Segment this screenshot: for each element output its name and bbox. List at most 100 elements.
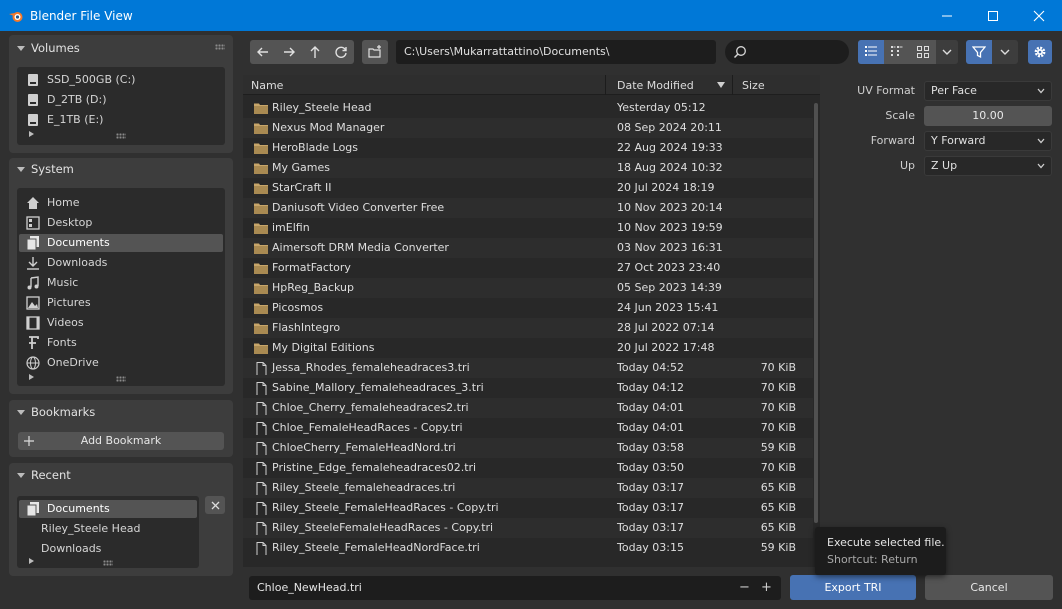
system-item-desktop[interactable]: Desktop [19, 214, 223, 232]
resize-grip-icon[interactable] [116, 376, 126, 382]
horizontal-list-mode-button[interactable] [884, 40, 910, 64]
file-date: Today 03:17 [617, 501, 685, 514]
system-title: System [31, 162, 74, 176]
search-input[interactable] [725, 40, 849, 64]
file-date: 27 Oct 2023 23:40 [617, 261, 721, 274]
file-icon [256, 442, 267, 455]
volume-item-c[interactable]: SSD_500GB (C:) [19, 71, 223, 89]
column-date-modified[interactable]: Date Modified [617, 79, 694, 92]
column-size[interactable]: Size [742, 79, 765, 92]
system-item-onedrive[interactable]: OneDrive [19, 354, 223, 372]
file-date: 03 Nov 2023 16:31 [617, 241, 723, 254]
expand-list-icon[interactable] [29, 131, 34, 137]
settings-toggle-button[interactable] [1028, 40, 1052, 64]
back-button[interactable] [250, 40, 276, 64]
file-row[interactable]: ChloeCherry_FemaleHeadNord.tri Today 03:5… [243, 438, 813, 458]
bookmarks-header[interactable]: Bookmarks [9, 400, 233, 424]
scale-field[interactable]: 10.00 [924, 106, 1052, 126]
resize-grip-icon[interactable] [116, 133, 126, 139]
file-row[interactable]: Riley_Steele_femaleheadraces.tri Today 03… [243, 478, 813, 498]
drag-grip-icon[interactable] [215, 44, 225, 50]
close-button[interactable] [1016, 0, 1062, 31]
folder-row[interactable]: Aimersoft DRM Media Converter 03 Nov 2023… [243, 238, 813, 258]
recent-item-riley[interactable]: Riley_Steele Head [19, 520, 197, 538]
folder-row[interactable]: Daniusoft Video Converter Free 10 Nov 202… [243, 198, 813, 218]
folder-row[interactable]: HeroBlade Logs 22 Aug 2024 19:33 [243, 138, 813, 158]
forward-button[interactable] [276, 40, 302, 64]
folder-icon [254, 143, 268, 154]
music-icon [27, 276, 39, 290]
file-size: 70 KiB [760, 361, 796, 374]
system-item-home[interactable]: Home [19, 194, 223, 212]
recent-item-documents[interactable]: Documents [19, 500, 197, 518]
directory-path-input[interactable]: C:\Users\Mukarrattattino\Documents\ [396, 40, 716, 64]
folder-row[interactable]: Nexus Mod Manager 08 Sep 2024 20:11 [243, 118, 813, 138]
file-row[interactable]: Pristine_Edge_femaleheadraces02.tri Today… [243, 458, 813, 478]
folder-row[interactable]: Riley_Steele Head Yesterday 05:12 [243, 98, 813, 118]
folder-row[interactable]: FlashIntegro 28 Jul 2022 07:14 [243, 318, 813, 338]
volume-item-d[interactable]: D_2TB (D:) [19, 91, 223, 109]
thumbnails-mode-button[interactable] [910, 40, 936, 64]
folder-row[interactable]: StarCraft II 20 Jul 2024 18:19 [243, 178, 813, 198]
resize-grip-icon[interactable] [103, 560, 113, 566]
folder-row[interactable]: My Games 18 Aug 2024 10:32 [243, 158, 813, 178]
system-item-music[interactable]: Music [19, 274, 223, 292]
display-settings-dropdown[interactable] [936, 40, 958, 64]
volumes-header[interactable]: Volumes [9, 35, 233, 61]
export-tri-button[interactable]: Export TRI [790, 575, 916, 600]
increment-filename-button[interactable]: + [761, 576, 772, 600]
column-name[interactable]: Name [251, 79, 283, 92]
file-date: Today 03:15 [617, 541, 685, 554]
expand-list-icon[interactable] [29, 558, 34, 564]
folder-row[interactable]: HpReg_Backup 05 Sep 2023 14:39 [243, 278, 813, 298]
folder-icon [254, 263, 268, 274]
file-name: My Digital Editions [272, 341, 375, 354]
file-row[interactable]: Jessa_Rhodes_femaleheadraces3.tri Today 0… [243, 358, 813, 378]
system-item-pictures[interactable]: Pictures [19, 294, 223, 312]
system-item-fonts[interactable]: Fonts [19, 334, 223, 352]
volume-item-e[interactable]: E_1TB (E:) [19, 111, 223, 129]
new-folder-button[interactable] [362, 40, 388, 64]
system-item-documents[interactable]: Documents [19, 234, 223, 252]
sort-descending-icon[interactable] [717, 82, 725, 88]
recent-item-downloads[interactable]: Downloads [19, 540, 197, 558]
folder-icon [254, 123, 268, 134]
cancel-button[interactable]: Cancel [925, 575, 1053, 600]
add-bookmark-button[interactable]: Add Bookmark [18, 432, 224, 450]
folder-row[interactable]: Picosmos 24 Jun 2023 15:41 [243, 298, 813, 318]
system-item-videos[interactable]: Videos [19, 314, 223, 332]
file-row[interactable]: Riley_SteeleFemaleHeadRaces - Copy.tri To… [243, 518, 813, 538]
clear-recent-button[interactable] [205, 496, 225, 514]
up-axis-dropdown[interactable]: Z Up [924, 156, 1052, 176]
file-name: Chloe_FemaleHeadRaces - Copy.tri [272, 421, 463, 434]
folder-row[interactable]: My Digital Editions 20 Jul 2022 17:48 [243, 338, 813, 358]
file-row[interactable]: Sabine_Mallory_femaleheadraces_3.tri Toda… [243, 378, 813, 398]
up-axis-value: Z Up [931, 159, 958, 172]
vertical-list-mode-button[interactable] [858, 40, 884, 64]
folder-row[interactable]: imElfin 10 Nov 2023 19:59 [243, 218, 813, 238]
file-row[interactable]: Riley_Steele_FemaleHeadNordFace.tri Today… [243, 538, 813, 558]
system-item-downloads[interactable]: Downloads [19, 254, 223, 272]
folder-row[interactable]: FormatFactory 27 Oct 2023 23:40 [243, 258, 813, 278]
decrement-filename-button[interactable]: − [739, 576, 750, 600]
file-row[interactable]: Chloe_Cherry_femaleheadraces2.tri Today 0… [243, 398, 813, 418]
system-item-label: Fonts [47, 336, 77, 349]
folder-icon [254, 283, 268, 294]
filter-toggle-button[interactable] [966, 40, 992, 64]
file-row[interactable]: Chloe_FemaleHeadRaces - Copy.tri Today 04… [243, 418, 813, 438]
maximize-button[interactable] [970, 0, 1016, 31]
file-date: 28 Jul 2022 07:14 [617, 321, 715, 334]
filter-settings-dropdown[interactable] [992, 40, 1018, 64]
recent-header[interactable]: Recent [9, 463, 233, 487]
file-row[interactable]: Riley_Steele_FemaleHeadRaces - Copy.tri T… [243, 498, 813, 518]
file-date: Yesterday 05:12 [617, 101, 706, 114]
new-folder-icon [368, 45, 381, 58]
minimize-button[interactable] [924, 0, 970, 31]
filename-input[interactable]: Chloe_NewHead.tri − + [249, 576, 781, 600]
parent-directory-button[interactable] [302, 40, 328, 64]
expand-list-icon[interactable] [29, 374, 34, 380]
uv-format-dropdown[interactable]: Per Face [924, 81, 1052, 101]
refresh-button[interactable] [328, 40, 354, 64]
system-header[interactable]: System [9, 158, 233, 180]
forward-axis-dropdown[interactable]: Y Forward [924, 131, 1052, 151]
